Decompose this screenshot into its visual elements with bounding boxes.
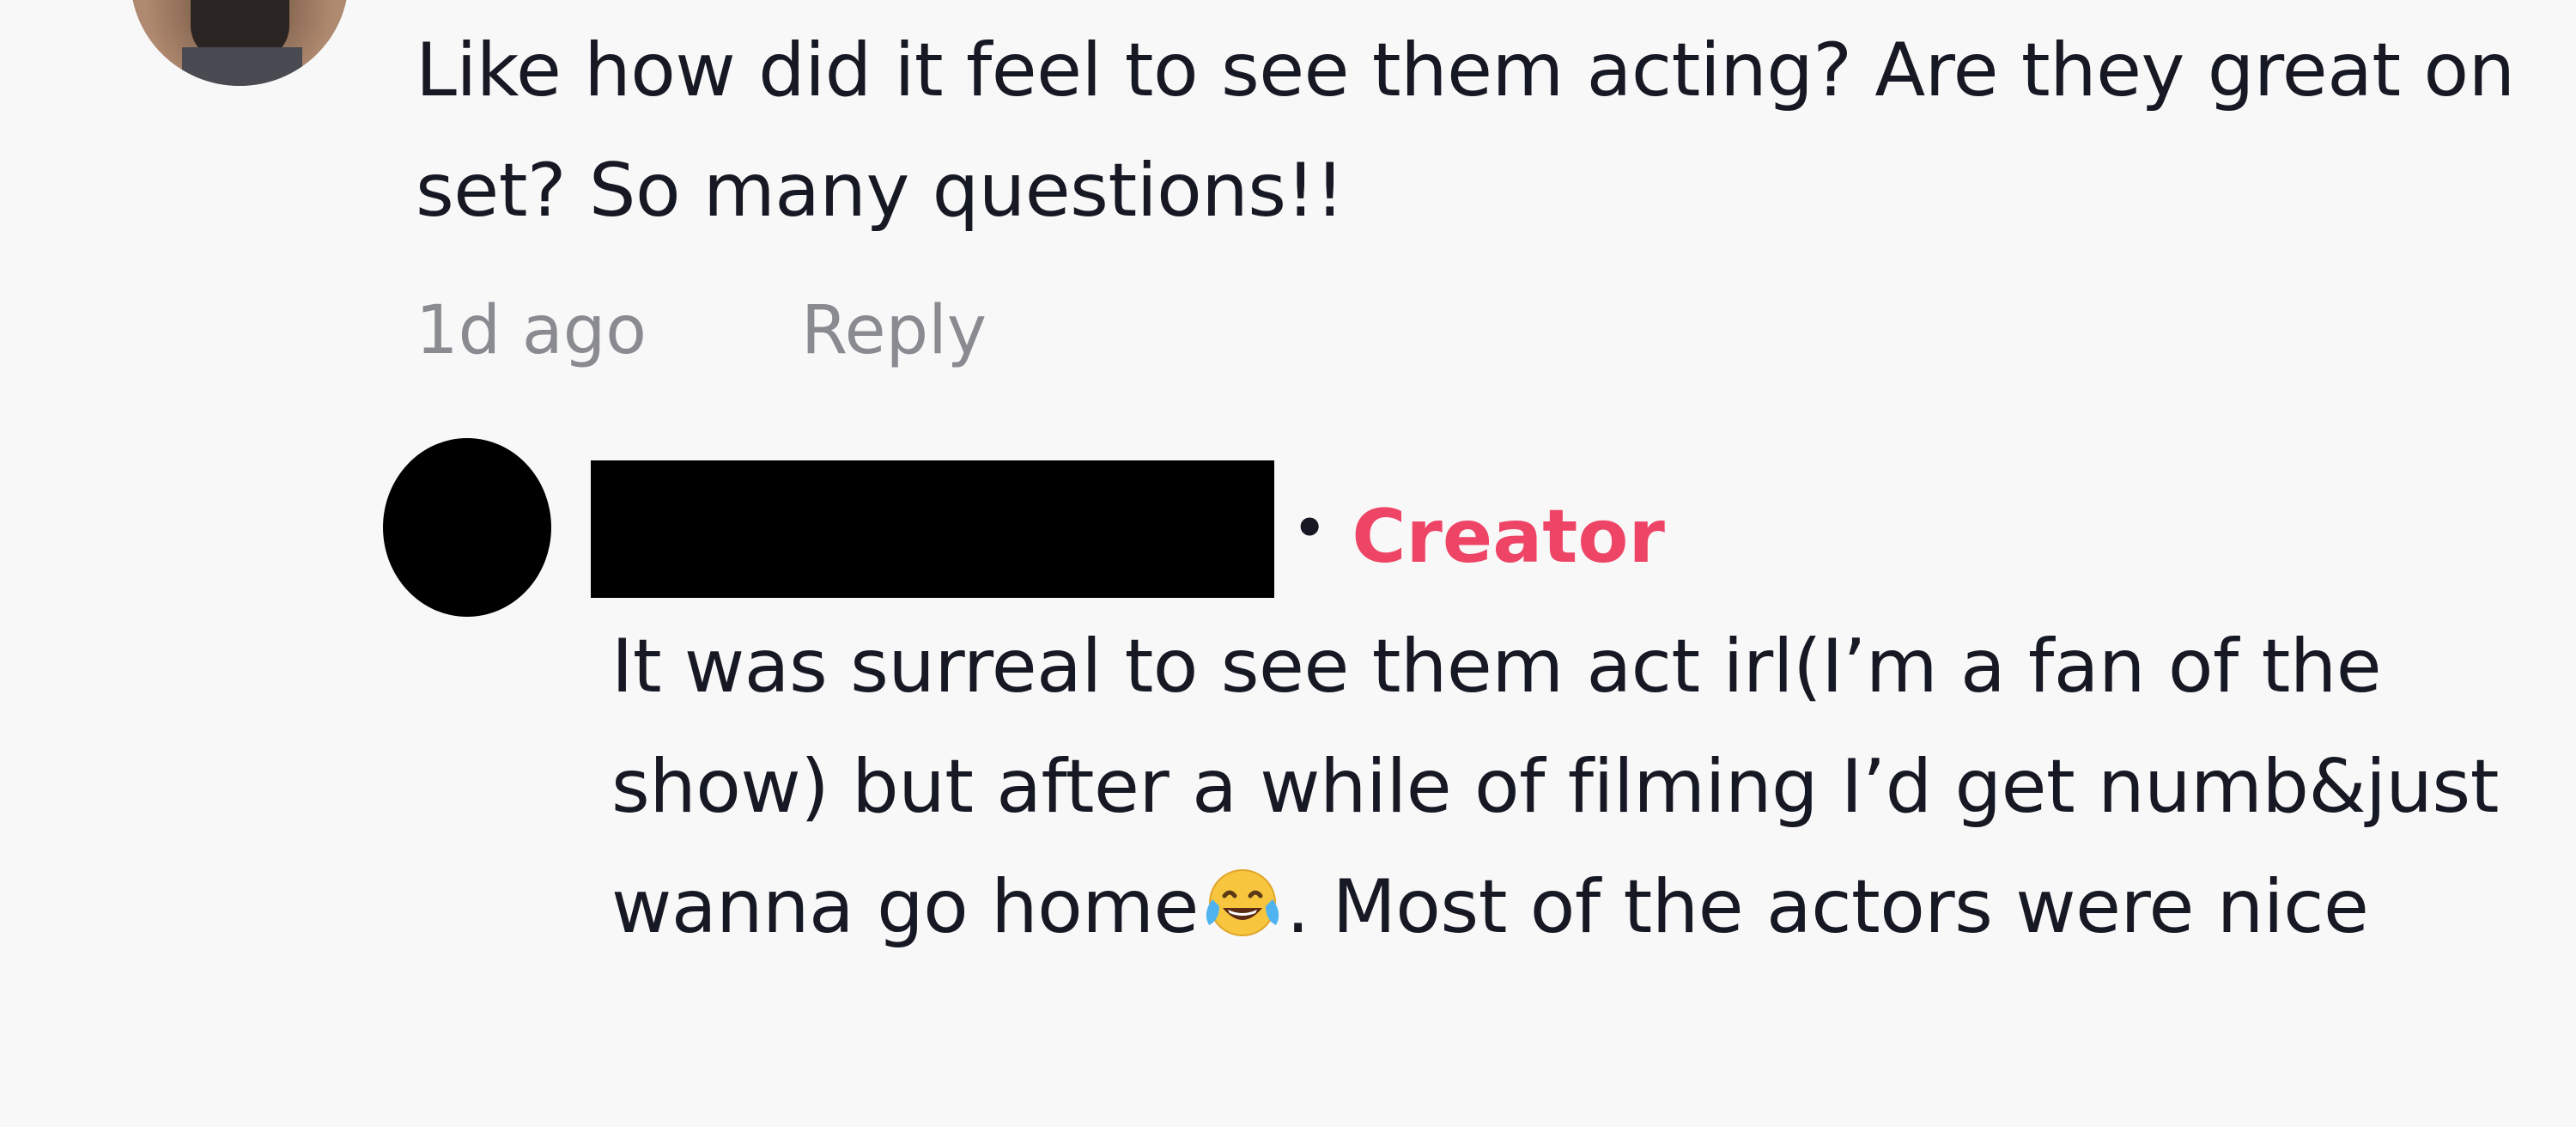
reply-text-part-2: . Most of the actors were nice [1285,864,2369,950]
reply-button[interactable]: Reply [801,292,987,369]
comment-thread: Like how did it feel to see them acting?… [0,0,2576,1127]
reply-username-redacted[interactable] [591,460,1274,598]
avatar[interactable] [131,0,349,86]
reply-avatar-redacted[interactable] [383,438,551,617]
creator-badge: • Creator [1293,481,1665,593]
comment-meta: 1d ago Reply [416,283,987,378]
creator-label: Creator [1352,494,1665,580]
face-with-tears-of-joy-icon [1200,856,1285,936]
reply-text: It was surreal to see them act irl(I’m a… [611,606,2552,967]
comment-timestamp: 1d ago [416,292,647,369]
separator-dot: • [1293,498,1327,558]
comment-text: Like how did it feel to see them acting?… [416,27,2515,234]
avatar-figure-pants [182,47,302,86]
